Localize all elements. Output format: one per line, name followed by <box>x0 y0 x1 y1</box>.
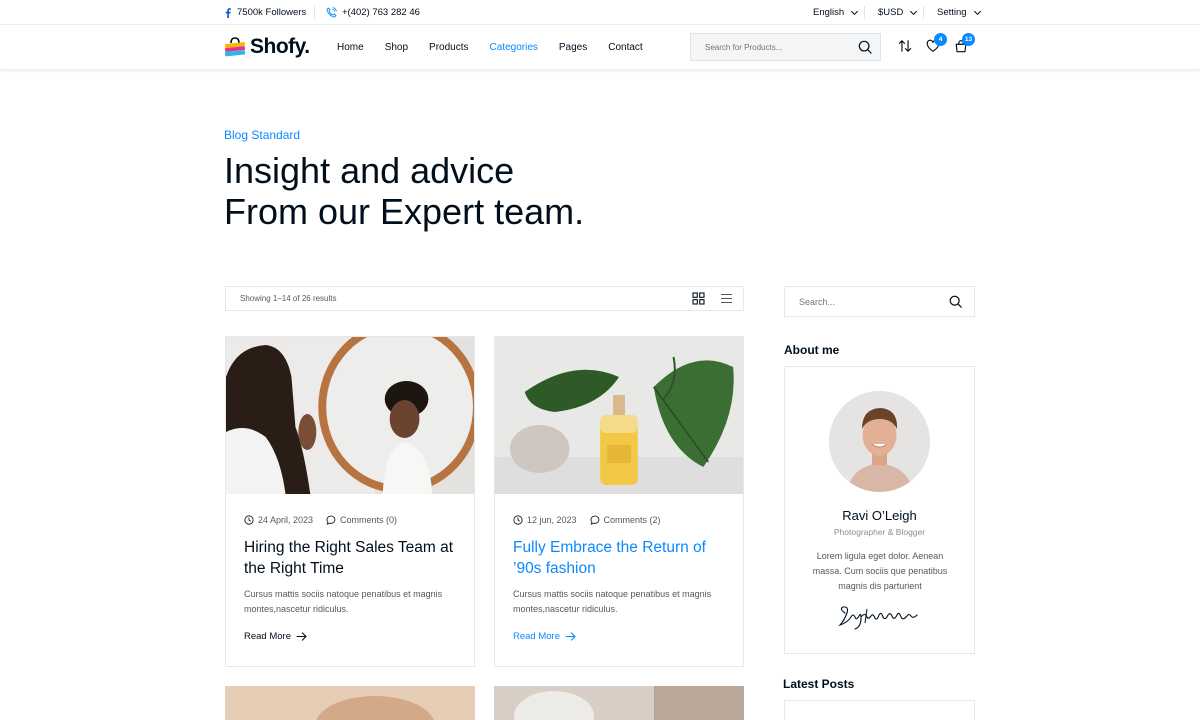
phone-icon <box>326 7 337 18</box>
chevron-down-icon <box>851 7 859 15</box>
search-button[interactable] <box>858 40 872 59</box>
post-meta: 24 April, 2023 Comments (0) <box>244 515 410 525</box>
post-title[interactable]: Hiring the Right Sales Team at the Right… <box>244 537 459 579</box>
cart-count-badge: 13 <box>962 33 975 46</box>
product-search-input[interactable] <box>691 34 851 60</box>
chevron-down-icon <box>910 7 918 15</box>
list-view-button[interactable] <box>720 292 733 310</box>
product-search <box>690 33 881 61</box>
shopping-bag-logo-icon <box>224 37 246 57</box>
setting-label: Setting <box>937 7 967 18</box>
author-role: Photographer & Blogger <box>833 527 926 537</box>
facebook-icon <box>225 7 231 18</box>
page-title: Insight and advice From our Expert team. <box>224 150 584 232</box>
list-view-icon <box>721 293 732 304</box>
post-thumbnail-partial[interactable] <box>494 686 744 720</box>
search-icon <box>858 40 872 54</box>
cart-button[interactable]: 13 <box>954 33 975 58</box>
divider <box>923 6 924 19</box>
signature-image <box>838 606 918 630</box>
post-title[interactable]: Fully Embrace the Return of ’90s fashion <box>513 537 728 579</box>
post-thumbnail-partial[interactable] <box>225 686 475 720</box>
post-date-text: 12 jun, 2023 <box>527 515 577 525</box>
followers-text: 7500k Followers <box>237 7 307 18</box>
divider <box>314 6 315 19</box>
compare-arrows-icon <box>898 40 912 52</box>
nav-pages[interactable]: Pages <box>559 42 587 53</box>
phone-link[interactable]: +(402) 763 282 46 <box>326 0 420 25</box>
latest-posts-heading: Latest Posts <box>783 677 855 691</box>
nav-categories[interactable]: Categories <box>490 42 538 53</box>
wishlist-button[interactable]: 4 <box>926 33 947 58</box>
setting-selector[interactable]: Setting <box>937 0 981 25</box>
breadcrumb[interactable]: Blog Standard <box>224 128 300 142</box>
read-more-link[interactable]: Read More <box>244 631 307 642</box>
author-bio: Lorem ligula eget dolor. Aenean massa. C… <box>812 551 948 591</box>
results-toolbar: Showing 1–14 of 26 results <box>225 286 744 311</box>
language-selector[interactable]: English <box>813 0 859 25</box>
sidebar-search-input[interactable] <box>785 287 935 316</box>
comment-icon <box>590 515 599 525</box>
comment-icon <box>326 515 336 525</box>
chevron-down-icon <box>973 7 981 15</box>
divider <box>864 6 865 19</box>
avatar <box>829 391 930 492</box>
post-thumbnail-mirror[interactable] <box>226 337 474 494</box>
sidebar-search <box>784 286 975 317</box>
post-excerpt: Cursus mattis sociis natoque penatibus e… <box>244 589 443 614</box>
about-me-widget: Ravi O’Leigh Photographer & Blogger Lore… <box>784 366 975 654</box>
nav-contact[interactable]: Contact <box>608 42 642 53</box>
main-nav: Home Shop Products Categories Pages Cont… <box>337 25 664 69</box>
grid-view-button[interactable] <box>692 292 705 310</box>
phone-text: +(402) 763 282 46 <box>342 7 420 18</box>
arrow-right-icon <box>296 632 307 641</box>
clock-icon <box>513 515 523 525</box>
page-title-line-1: Insight and advice <box>224 150 515 191</box>
blog-card: 12 jun, 2023 Comments (2) Fully Embrace … <box>494 336 744 667</box>
post-meta: 12 jun, 2023 Comments (2) <box>513 515 674 525</box>
read-more-label: Read More <box>244 631 291 642</box>
post-excerpt: Cursus mattis sociis natoque penatibus e… <box>513 589 712 614</box>
author-photo <box>829 391 930 492</box>
about-me-heading: About me <box>784 343 840 357</box>
top-bar: 7500k Followers +(402) 763 282 46 Englis… <box>0 0 1200 25</box>
compare-button[interactable] <box>898 39 912 58</box>
post-date: 12 jun, 2023 <box>513 515 577 525</box>
wishlist-count-badge: 4 <box>934 33 947 46</box>
search-icon <box>949 295 962 308</box>
post-comments-text: Comments (2) <box>603 515 661 525</box>
currency-selector[interactable]: $USD <box>878 0 918 25</box>
nav-shop[interactable]: Shop <box>385 42 408 53</box>
followers-link[interactable]: 7500k Followers <box>224 0 306 25</box>
post-comments[interactable]: Comments (0) <box>326 515 397 525</box>
main-header: Shofy. Home Shop Products Categories Pag… <box>0 25 1200 69</box>
post-date: 24 April, 2023 <box>244 515 313 525</box>
nav-home[interactable]: Home <box>337 42 364 53</box>
clock-icon <box>244 515 254 525</box>
sidebar-search-button[interactable] <box>949 295 962 313</box>
logo[interactable]: Shofy. <box>224 35 310 59</box>
post-comments-text: Comments (0) <box>340 515 398 525</box>
results-count: Showing 1–14 of 26 results <box>240 294 337 303</box>
latest-posts-widget <box>784 700 975 720</box>
page-title-line-2: From our Expert team. <box>224 191 585 232</box>
post-comments[interactable]: Comments (2) <box>590 515 661 525</box>
read-more-link[interactable]: Read More <box>513 631 576 642</box>
logo-text: Shofy. <box>250 35 310 58</box>
author-name: Ravi O’Leigh <box>842 508 917 523</box>
arrow-right-icon <box>565 632 576 641</box>
language-label: English <box>813 7 845 18</box>
currency-label: $USD <box>878 7 904 18</box>
nav-products[interactable]: Products <box>429 42 468 53</box>
post-date-text: 24 April, 2023 <box>258 515 314 525</box>
post-thumbnail-serum[interactable] <box>495 337 743 494</box>
blog-card: 24 April, 2023 Comments (0) Hiring the R… <box>225 336 475 667</box>
grid-view-icon <box>692 292 705 305</box>
read-more-label: Read More <box>513 631 560 642</box>
